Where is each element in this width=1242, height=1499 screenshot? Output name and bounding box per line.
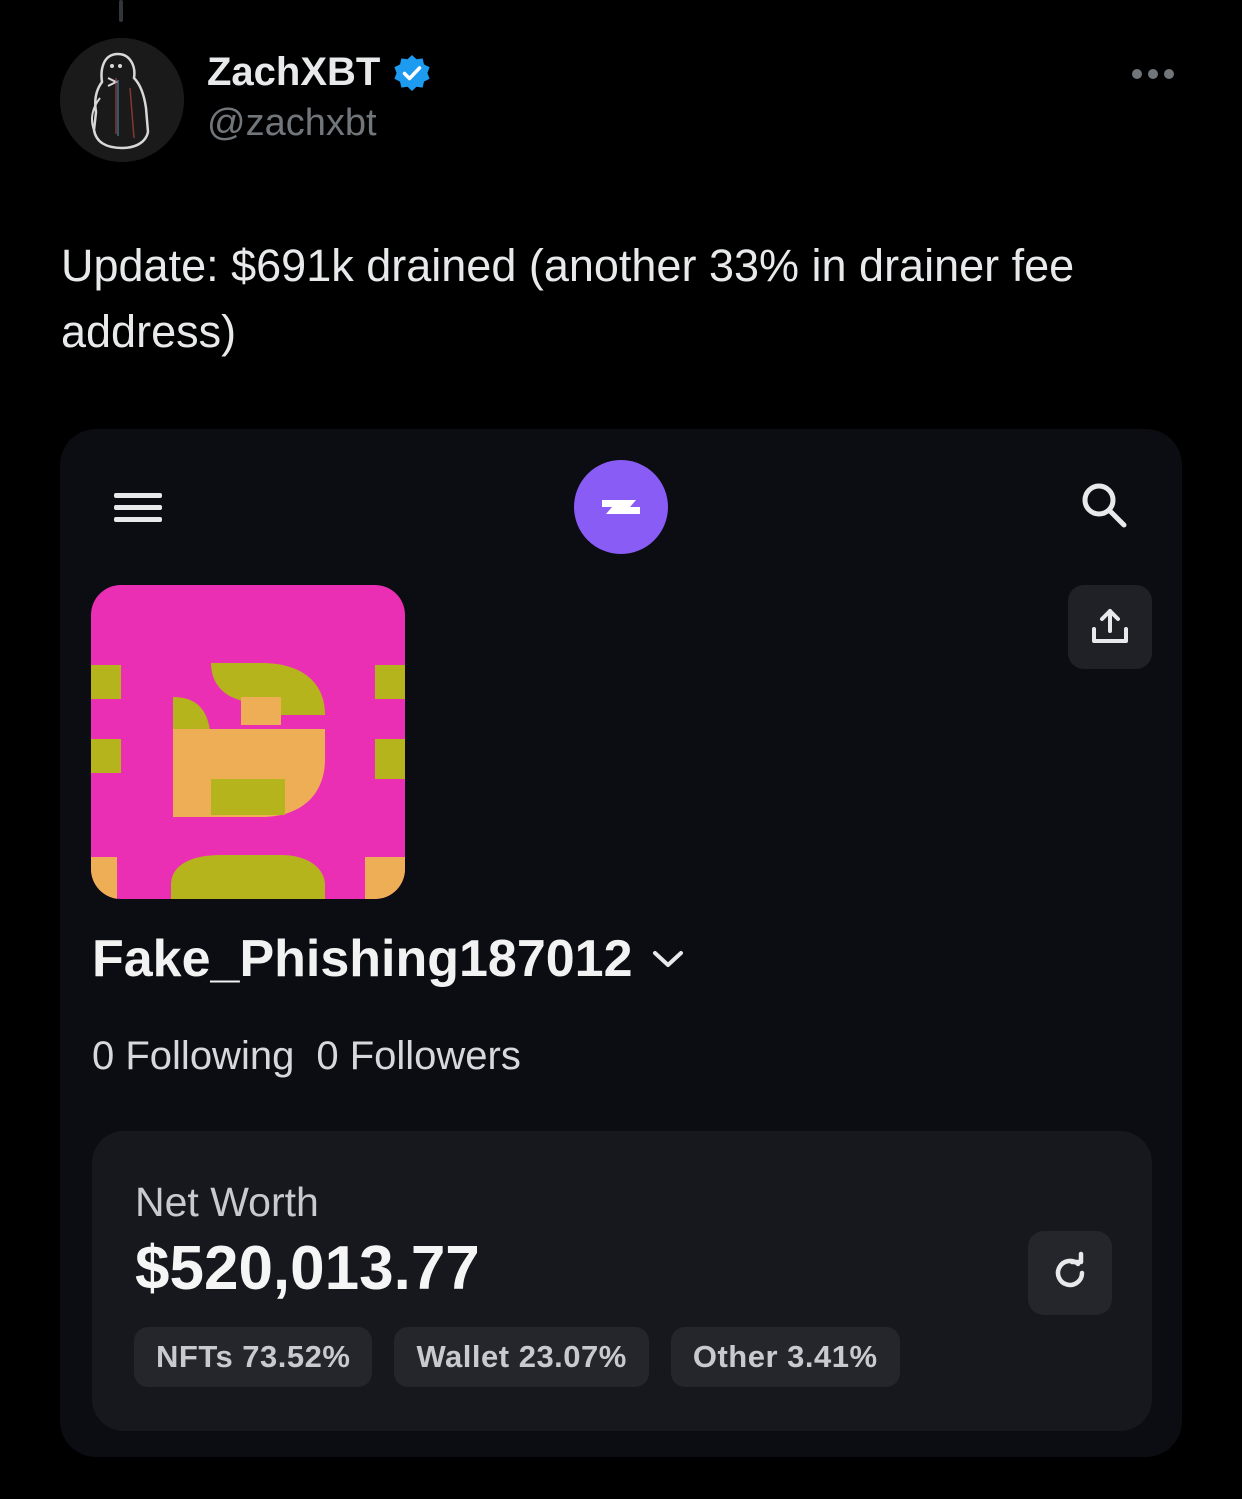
share-upload-icon bbox=[1092, 609, 1128, 643]
penguin-avatar[interactable] bbox=[60, 38, 184, 162]
profile-name[interactable]: Fake_Phishing187012 bbox=[92, 929, 633, 989]
search-icon[interactable] bbox=[1078, 479, 1130, 531]
refresh-button[interactable] bbox=[1028, 1231, 1112, 1315]
follow-stats: 0 Following 0 Followers bbox=[92, 1034, 521, 1079]
net-worth-breakdown: NFTs 73.52% Wallet 23.07% Other 3.41% bbox=[134, 1327, 900, 1387]
zerion-logo-icon[interactable] bbox=[574, 460, 668, 554]
following-count[interactable]: 0 Following bbox=[92, 1034, 294, 1079]
author-handle[interactable]: @zachxbt bbox=[207, 102, 377, 145]
refresh-icon bbox=[1055, 1251, 1085, 1288]
breakdown-chip-other[interactable]: Other 3.41% bbox=[670, 1327, 900, 1387]
profile-nft-image[interactable] bbox=[91, 585, 405, 899]
tweet-media-screenshot[interactable]: Fake_Phishing187012 0 Following 0 Follow… bbox=[60, 429, 1182, 1457]
more-options-icon[interactable] bbox=[1132, 66, 1178, 82]
net-worth-card: Net Worth $520,013.77 NFTs 73.52% Wallet… bbox=[92, 1131, 1152, 1431]
net-worth-value: $520,013.77 bbox=[135, 1234, 480, 1303]
tweet-text: Update: $691k drained (another 33% in dr… bbox=[61, 240, 1075, 357]
profile-name-selector[interactable]: Fake_Phishing187012 bbox=[92, 929, 685, 989]
author-name[interactable]: ZachXBT bbox=[207, 50, 380, 95]
breakdown-chip-nfts[interactable]: NFTs 73.52% bbox=[134, 1327, 373, 1387]
penguin-avatar-icon bbox=[60, 38, 184, 162]
tweet-page: ZachXBT @zachxbt Update: $691k drained (… bbox=[0, 0, 1242, 1499]
hamburger-menu-icon[interactable] bbox=[114, 489, 162, 525]
net-worth-label: Net Worth bbox=[135, 1179, 319, 1225]
followers-count[interactable]: 0 Followers bbox=[316, 1034, 521, 1079]
thread-connector-line bbox=[119, 0, 123, 22]
breakdown-chip-wallet[interactable]: Wallet 23.07% bbox=[394, 1327, 649, 1387]
verified-badge-icon bbox=[394, 54, 430, 91]
share-button[interactable] bbox=[1068, 585, 1152, 669]
author-name-row[interactable]: ZachXBT bbox=[207, 50, 432, 95]
chevron-down-icon[interactable] bbox=[651, 948, 685, 970]
